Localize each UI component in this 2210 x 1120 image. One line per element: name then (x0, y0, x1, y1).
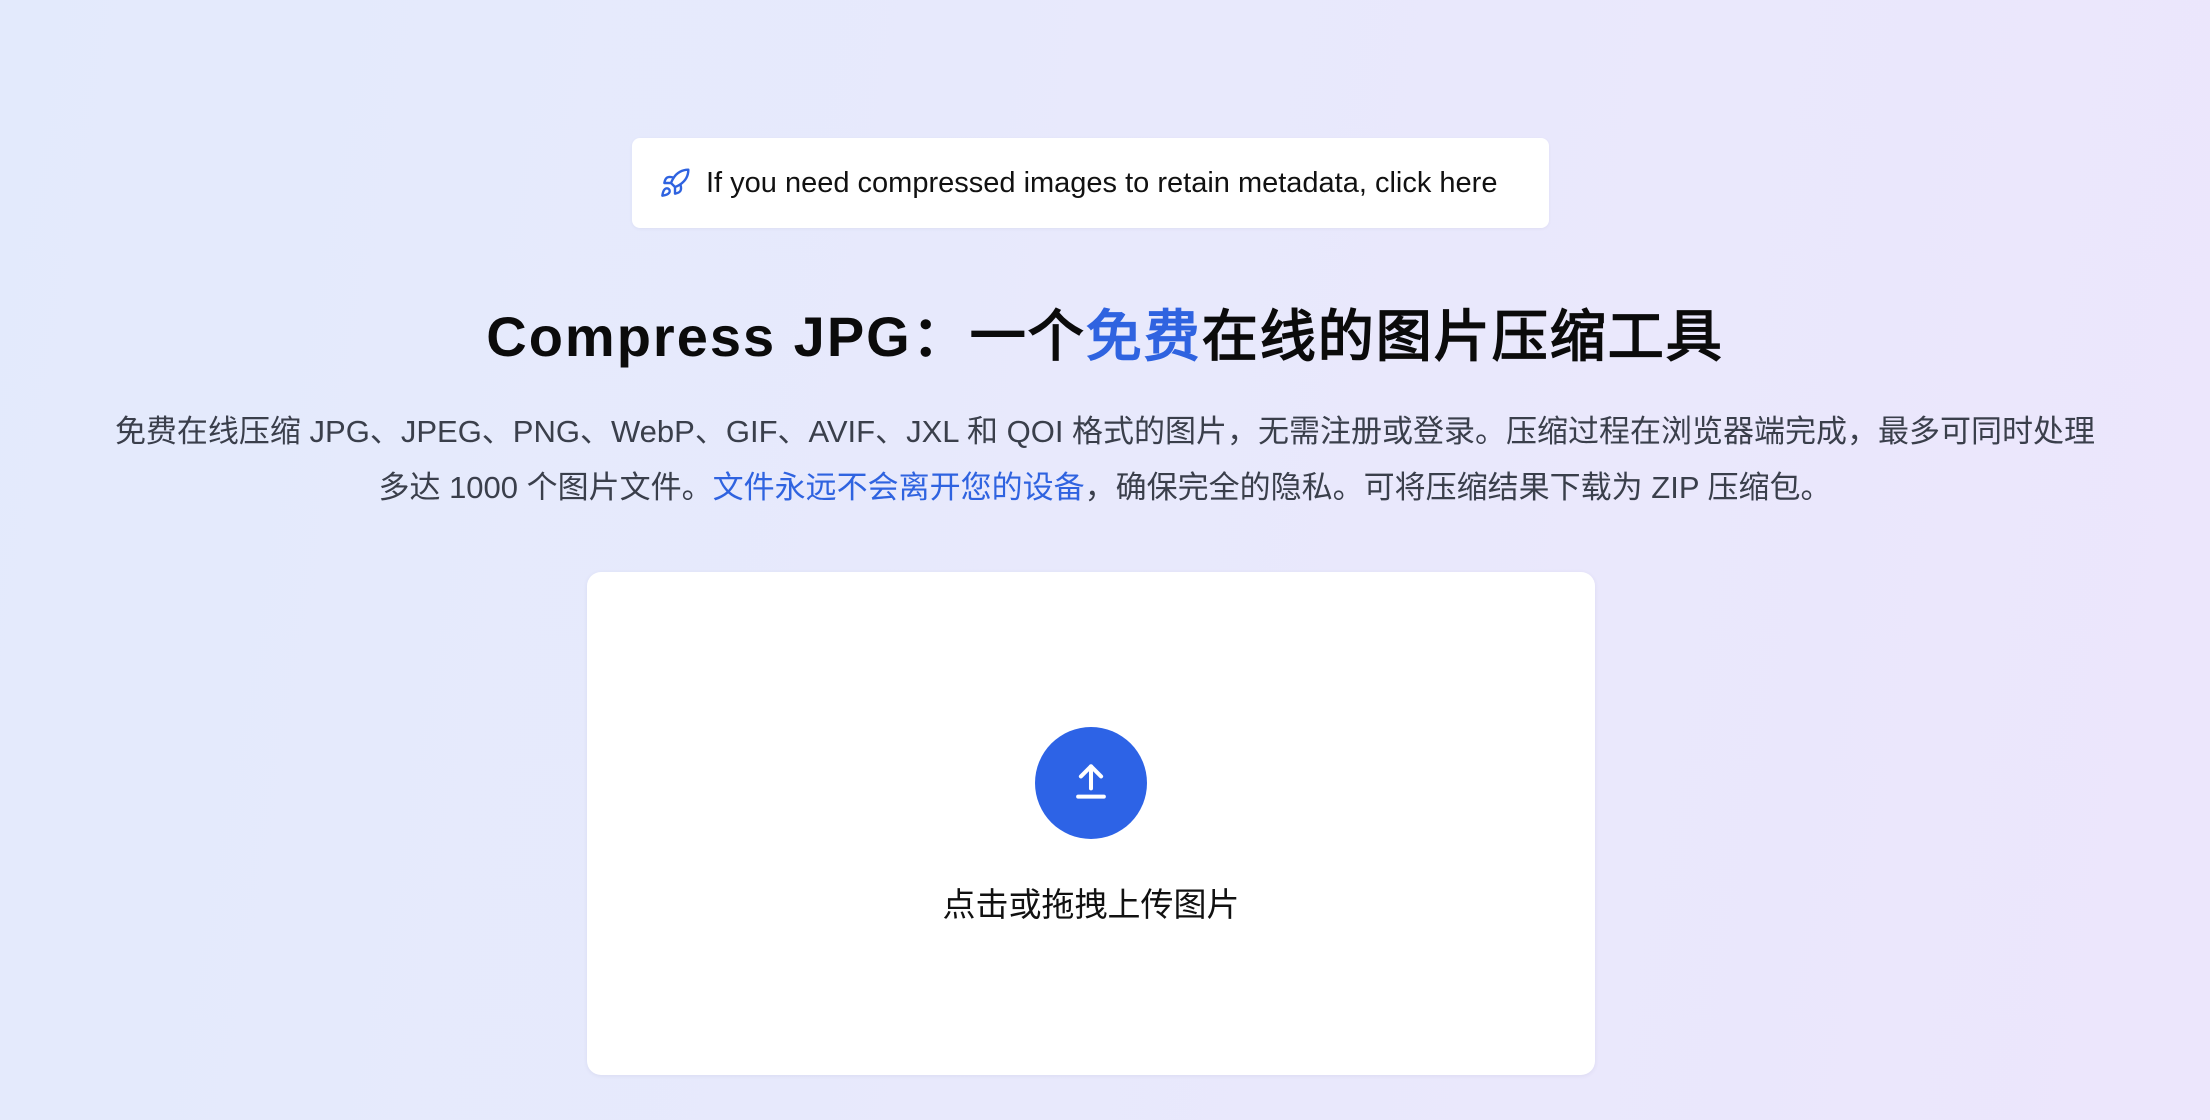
metadata-banner-text[interactable]: If you need compressed images to retain … (706, 167, 1497, 200)
description-line-2-prefix: 多达 1000 个图片文件。 (378, 470, 713, 505)
description-line-2-suffix: ，确保完全的隐私。可将压缩结果下载为 ZIP 压缩包。 (1084, 470, 1832, 505)
metadata-banner[interactable]: If you need compressed images to retain … (632, 138, 1549, 228)
privacy-highlight: 文件永远不会离开您的设备 (712, 470, 1085, 505)
page-description: 免费在线压缩 JPG、JPEG、PNG、WebP、GIF、AVIF、JXL 和 … (60, 404, 2150, 516)
description-line-2: 多达 1000 个图片文件。文件永远不会离开您的设备，确保完全的隐私。可将压缩结… (60, 460, 2150, 516)
page-title-accent: 免费 (1085, 305, 1202, 368)
upload-label: 点击或拖拽上传图片 (942, 886, 1240, 923)
page-title: Compress JPG：一个免费在线的图片压缩工具 (0, 292, 2210, 373)
upload-icon (1069, 759, 1113, 808)
page-title-suffix: 在线的图片压缩工具 (1201, 305, 1724, 368)
upload-dropzone[interactable]: 点击或拖拽上传图片 (587, 572, 1595, 1075)
upload-button[interactable] (1035, 727, 1147, 839)
description-line-1: 免费在线压缩 JPG、JPEG、PNG、WebP、GIF、AVIF、JXL 和 … (114, 414, 2096, 449)
page-title-prefix: Compress JPG：一个 (486, 305, 1086, 368)
rocket-icon (658, 166, 692, 200)
